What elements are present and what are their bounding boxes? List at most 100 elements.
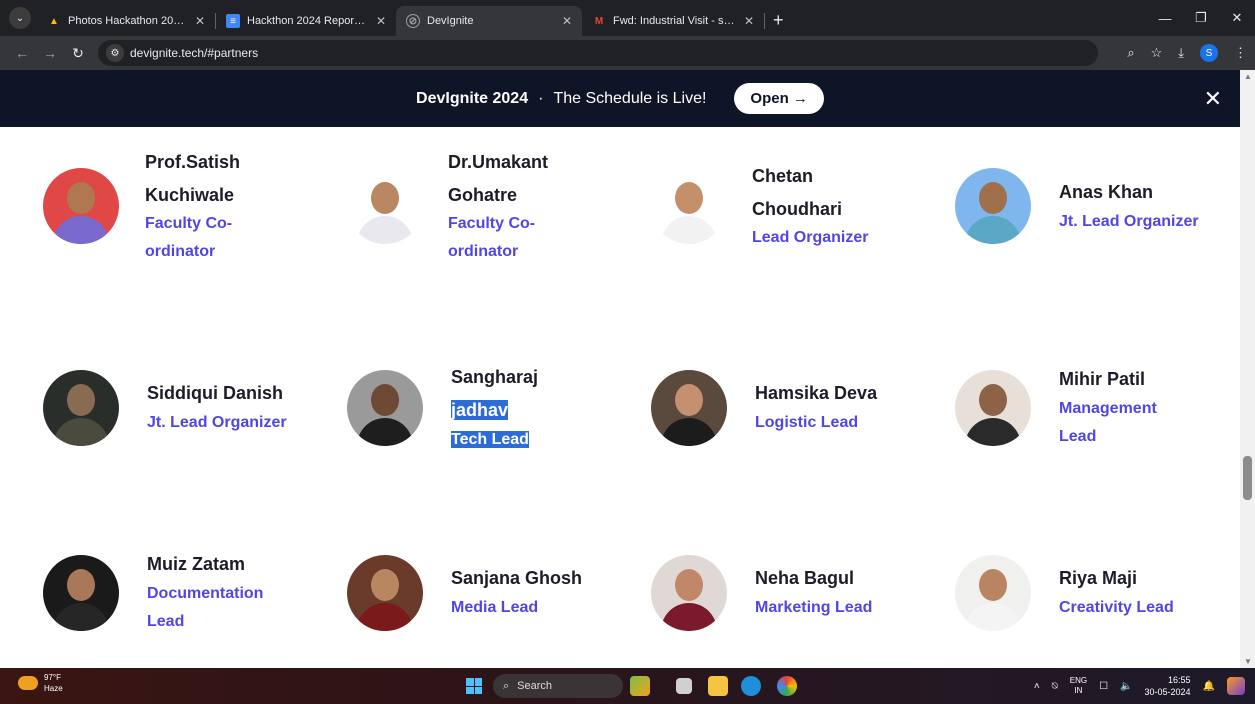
member-role: Faculty Co-ordinator — [448, 215, 536, 260]
window-controls: — ❐ ✕ — [1147, 0, 1255, 36]
member-role: Tech Lead — [451, 426, 611, 454]
avatar — [347, 168, 423, 244]
avatar — [955, 555, 1031, 631]
browser-tab-strip: ⌄ ▲ Photos Hackathon 2024 - Goog ✕ ≡ Hac… — [0, 0, 1255, 36]
weather-condition: Haze — [44, 684, 63, 693]
clock-date: 30-05-2024 — [1144, 687, 1191, 697]
system-tray: ˄ ⍉ ENG IN ☐ 🔈 16:55 30-05-2024 🔔 — [1034, 668, 1245, 704]
member-role: Jt. Lead Organizer — [147, 414, 287, 431]
avatar — [955, 168, 1031, 244]
tab-hackthon-report[interactable]: ≡ Hackthon 2024 Report Dt 2-3 ✕ — [216, 6, 396, 36]
member-name: Siddiqui Danish — [147, 383, 284, 403]
member-name: Neha Bagul — [755, 568, 855, 588]
close-window-icon[interactable]: ✕ — [1219, 10, 1255, 26]
member-name: Riya Maji — [1059, 568, 1138, 588]
gmail-icon: M — [594, 15, 604, 27]
site-info-icon[interactable]: ⚙ — [106, 44, 124, 62]
forward-icon[interactable]: → — [36, 45, 64, 61]
tab-photos-hackathon[interactable]: ▲ Photos Hackathon 2024 - Goog ✕ — [37, 6, 215, 36]
tab-title: DevIgnite — [427, 15, 474, 27]
member-role: Faculty Co-ordinator — [145, 215, 233, 260]
more-menu-icon[interactable]: ⋮ — [1234, 45, 1247, 61]
close-icon[interactable]: ✕ — [376, 14, 386, 28]
language-code: ENG — [1069, 676, 1088, 685]
windows-start-icon[interactable] — [466, 678, 482, 694]
notification-bell-icon[interactable]: 🔔 — [1203, 681, 1215, 692]
minimize-icon[interactable]: — — [1147, 11, 1183, 26]
member-name: Sangharaj jadhav — [451, 361, 551, 427]
member-role: Documentation Lead — [147, 585, 264, 630]
member-name: Sanjana Ghosh — [451, 568, 583, 588]
taskbar-search[interactable]: ⌕ Search — [493, 674, 623, 698]
restore-icon[interactable]: ❐ — [1183, 10, 1219, 26]
language-indicator[interactable]: ENG IN — [1070, 676, 1087, 696]
scroll-down-icon[interactable]: ▼ — [1244, 657, 1252, 666]
avatar — [347, 555, 423, 631]
member-name: Muiz Zatam — [147, 554, 246, 574]
avatar — [347, 370, 423, 446]
close-icon[interactable]: ✕ — [744, 14, 754, 28]
tab-title: Hackthon 2024 Report Dt 2-3 — [247, 15, 368, 27]
browser-toolbar: ← → ↻ ⚙ devignite.tech/#partners ⌕ ☆ ⤓ S… — [0, 36, 1255, 70]
region-code: IN — [1074, 686, 1083, 695]
avatar — [651, 555, 727, 631]
google-drive-icon: ▲ — [49, 15, 59, 27]
task-view-icon[interactable] — [676, 678, 692, 694]
download-icon[interactable]: ⤓ — [1178, 45, 1184, 61]
reload-icon[interactable]: ↻ — [64, 45, 92, 62]
volume-icon[interactable]: 🔈 — [1120, 681, 1132, 692]
tab-devignite[interactable]: ⊘ DevIgnite ✕ — [396, 6, 582, 36]
member-role: Media Lead — [451, 599, 539, 616]
profile-avatar[interactable]: S — [1200, 44, 1218, 62]
page-viewport: DevIgnite 2024 · The Schedule is Live! O… — [0, 70, 1240, 668]
network-icon[interactable]: ☐ — [1099, 681, 1108, 692]
tab-search-button[interactable]: ⌄ — [9, 7, 31, 29]
tab-title: Photos Hackathon 2024 - Goog — [68, 15, 187, 27]
close-icon[interactable]: ✕ — [195, 14, 205, 28]
clock-time: 16:55 — [1168, 675, 1191, 685]
member-role: Jt. Lead Organizer — [1059, 213, 1199, 230]
avocado-app-icon[interactable] — [630, 676, 650, 696]
url-text: devignite.tech/#partners — [130, 46, 259, 60]
bookmark-star-icon[interactable]: ☆ — [1151, 45, 1163, 61]
system-clock[interactable]: 16:55 30-05-2024 — [1145, 674, 1191, 698]
avatar — [43, 370, 119, 446]
tab-title: Fwd: Industrial Visit - satish.kuc — [613, 15, 736, 27]
tab-divider — [764, 13, 765, 29]
close-icon[interactable]: ✕ — [562, 14, 572, 28]
selected-text: Tech Lead — [451, 431, 529, 448]
open-schedule-button[interactable]: Open → — [734, 83, 824, 114]
avatar — [955, 370, 1031, 446]
file-explorer-icon[interactable] — [708, 676, 728, 696]
member-name: Hamsika Deva — [755, 383, 878, 403]
member-role: Creativity Lead — [1059, 599, 1174, 616]
member-name: Chetan Choudhari — [752, 166, 842, 219]
member-role: Lead Organizer — [752, 229, 869, 246]
google-docs-icon: ≡ — [226, 14, 240, 28]
member-role: Logistic Lead — [755, 414, 859, 431]
weather-widget[interactable]: 97°F Haze — [18, 672, 63, 694]
zoom-icon[interactable]: ⌕ — [1127, 45, 1134, 61]
banner-message: The Schedule is Live! — [553, 89, 707, 107]
scroll-up-icon[interactable]: ▲ — [1244, 72, 1252, 81]
copilot-icon[interactable] — [1227, 677, 1245, 695]
haze-weather-icon — [18, 676, 38, 690]
member-name: Dr.Umakant Gohatre — [448, 152, 549, 205]
selected-text: jadhav — [451, 400, 509, 420]
close-banner-icon[interactable]: ✕ — [1204, 86, 1222, 112]
member-name: Mihir Patil — [1059, 369, 1146, 389]
banner-brand: DevIgnite 2024 — [416, 89, 529, 107]
member-role: Marketing Lead — [755, 599, 873, 616]
avatar — [651, 370, 727, 446]
location-icon[interactable]: ⍉ — [1052, 681, 1058, 692]
chrome-browser-icon[interactable] — [777, 676, 797, 696]
edge-browser-icon[interactable] — [741, 676, 761, 696]
back-icon[interactable]: ← — [8, 45, 36, 61]
page-scrollbar[interactable]: ▲ ▼ — [1240, 70, 1255, 668]
new-tab-button[interactable]: + — [773, 10, 784, 31]
scrollbar-thumb[interactable] — [1243, 456, 1252, 500]
tab-fwd-industrial-visit[interactable]: M Fwd: Industrial Visit - satish.kuc ✕ — [582, 6, 764, 36]
address-bar[interactable]: ⚙ devignite.tech/#partners — [98, 40, 1098, 66]
show-hidden-icons-icon[interactable]: ˄ — [1034, 681, 1040, 692]
search-icon: ⌕ — [503, 679, 510, 692]
